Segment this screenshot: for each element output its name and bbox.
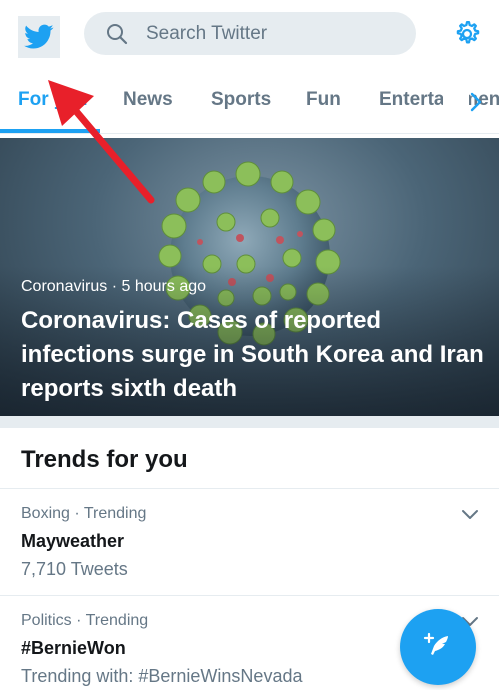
trend-category: Boxing · Trending xyxy=(21,505,147,522)
section-separator xyxy=(0,416,499,428)
featured-story-card[interactable]: Coronavirus · 5 hours ago Coronavirus: C… xyxy=(0,138,499,416)
compose-tweet-icon xyxy=(423,632,448,655)
profile-avatar-button[interactable] xyxy=(18,16,60,58)
story-meta: Coronavirus · 5 hours ago xyxy=(21,278,206,296)
story-time: 5 hours ago xyxy=(121,278,207,295)
top-app-bar: Search Twitter xyxy=(0,0,499,70)
tab-sports[interactable]: Sports xyxy=(211,89,271,111)
trend-tweet-count: 7,710 Tweets xyxy=(21,559,128,579)
trend-context: Trending with: #BernieWinsNevada xyxy=(21,666,303,686)
tab-fun[interactable]: Fun xyxy=(306,89,341,111)
tab-overflow-mask xyxy=(443,80,469,124)
trends-heading: Trends for you xyxy=(21,446,188,473)
trend-item[interactable]: Boxing · Trending Mayweather 7,710 Tweet… xyxy=(0,489,499,594)
twitter-bird-icon xyxy=(24,24,54,49)
story-headline: Coronavirus: Cases of reported infection… xyxy=(21,307,484,402)
meta-separator: · xyxy=(111,278,122,295)
explore-tabs: For you News Sports Fun Entertainment xyxy=(0,70,499,134)
trend-category: Politics · Trending xyxy=(21,612,149,629)
story-topic: Coronavirus xyxy=(21,278,108,295)
compose-tweet-button[interactable] xyxy=(400,609,476,685)
search-bar[interactable]: Search Twitter xyxy=(84,12,416,55)
chevron-down-icon[interactable] xyxy=(460,507,480,521)
gear-icon[interactable] xyxy=(452,19,482,49)
chevron-right-icon[interactable] xyxy=(468,91,484,113)
tab-for-you[interactable]: For you xyxy=(18,89,88,111)
active-tab-indicator xyxy=(0,129,100,133)
search-placeholder: Search Twitter xyxy=(146,22,268,44)
tab-news[interactable]: News xyxy=(123,89,173,111)
trend-name: #BernieWon xyxy=(21,638,126,658)
search-icon xyxy=(107,23,128,44)
trend-name: Mayweather xyxy=(21,531,125,551)
